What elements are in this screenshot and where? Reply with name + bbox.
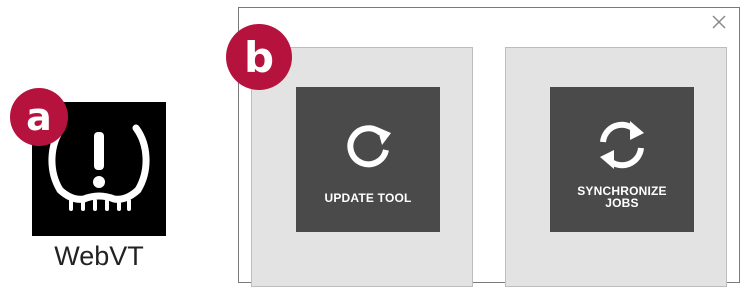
- synchronize-jobs-label: SYNCHRONIZE JOBS: [550, 185, 694, 209]
- synchronize-jobs-tile: SYNCHRONIZE JOBS: [550, 87, 694, 232]
- update-tool-button[interactable]: UPDATE TOOL: [251, 47, 473, 287]
- sync-arrows-icon: [600, 121, 644, 169]
- label-line-2: JOBS: [605, 196, 639, 210]
- callout-badge-b: b: [226, 24, 292, 90]
- update-tool-label: UPDATE TOOL: [324, 191, 412, 205]
- update-tool-tile: UPDATE TOOL: [296, 87, 440, 232]
- close-icon: [712, 15, 726, 29]
- rotate-arrow-icon: [347, 125, 391, 168]
- synchronize-jobs-button[interactable]: SYNCHRONIZE JOBS: [505, 47, 727, 287]
- app-name-label: WebVT: [54, 241, 144, 271]
- callout-badge-a: a: [10, 88, 68, 146]
- close-button[interactable]: [711, 14, 727, 30]
- sync-dialog: UPDATE TOOL SYNCHRONIZE JOBS: [238, 7, 740, 287]
